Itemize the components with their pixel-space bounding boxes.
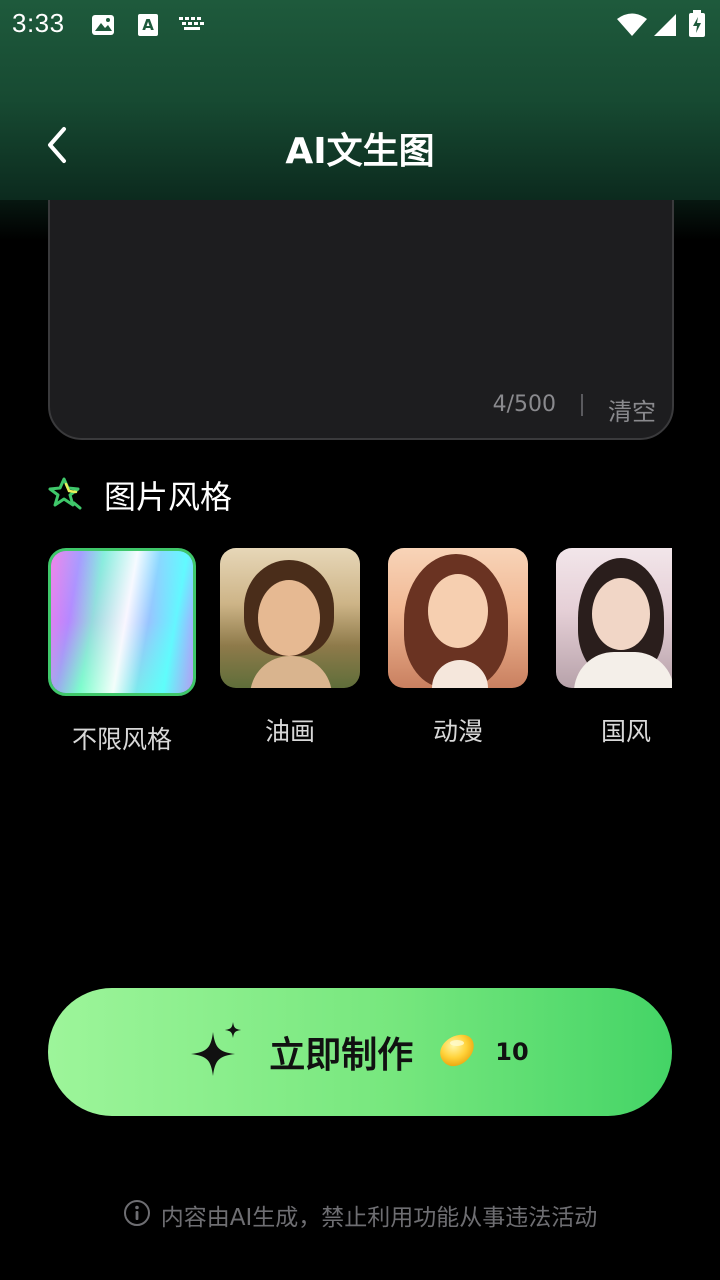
- ai-disclaimer: 内容由AI生成，禁止利用功能从事违法活动: [0, 1198, 720, 1232]
- style-option-oil-painting[interactable]: 油画: [216, 548, 364, 748]
- status-time: 3:33: [12, 8, 65, 38]
- style-label: 国风: [600, 717, 651, 746]
- style-label: 动漫: [432, 717, 483, 746]
- style-option-chinese-style[interactable]: 国风: [552, 548, 672, 748]
- keyboard-icon: [178, 16, 206, 38]
- style-option-unlimited[interactable]: 不限风格: [48, 548, 196, 756]
- status-bar: 3:33 A: [0, 0, 720, 50]
- counter-divider: [581, 394, 583, 416]
- signal-icon: [652, 12, 678, 42]
- style-list: 不限风格 油画 动漫 国风: [48, 548, 672, 758]
- sparkle-icon: [191, 1022, 243, 1082]
- style-label: 不限风格: [71, 725, 172, 754]
- bean-coin-icon: [435, 1031, 477, 1073]
- image-notification-icon: [90, 12, 116, 42]
- make-now-label: 立即制作: [269, 1035, 414, 1076]
- make-now-button[interactable]: 立即制作 10: [48, 988, 672, 1116]
- prompt-input-card[interactable]: 4/500 清空: [48, 160, 674, 440]
- style-section-title: 图片风格: [104, 478, 233, 516]
- style-thumbnail[interactable]: [220, 548, 360, 688]
- page-title: AI文生图: [285, 131, 435, 172]
- cost-count: 10: [495, 1038, 529, 1066]
- disclaimer-text: 内容由AI生成，禁止利用功能从事违法活动: [160, 1205, 598, 1231]
- wifi-icon: [616, 12, 648, 42]
- style-label: 油画: [264, 717, 315, 746]
- anime-portrait-image: [388, 548, 528, 688]
- holographic-image: [51, 551, 193, 693]
- text-notification-icon: A: [136, 12, 160, 42]
- style-thumbnail[interactable]: [48, 548, 196, 696]
- battery-icon: [688, 10, 706, 42]
- style-sparkle-icon: [48, 475, 84, 515]
- svg-text:A: A: [142, 16, 154, 34]
- character-counter: 4/500: [492, 392, 556, 417]
- top-app-bar: AI文生图: [0, 100, 720, 190]
- style-thumbnail[interactable]: [388, 548, 528, 688]
- info-icon: [123, 1199, 151, 1231]
- style-option-anime[interactable]: 动漫: [384, 548, 532, 748]
- chinese-style-portrait-image: [556, 548, 672, 688]
- clear-button[interactable]: 清空: [608, 392, 656, 427]
- oil-portrait-image: [220, 548, 360, 688]
- style-section-header: 图片风格: [48, 470, 232, 520]
- style-thumbnail[interactable]: [556, 548, 672, 688]
